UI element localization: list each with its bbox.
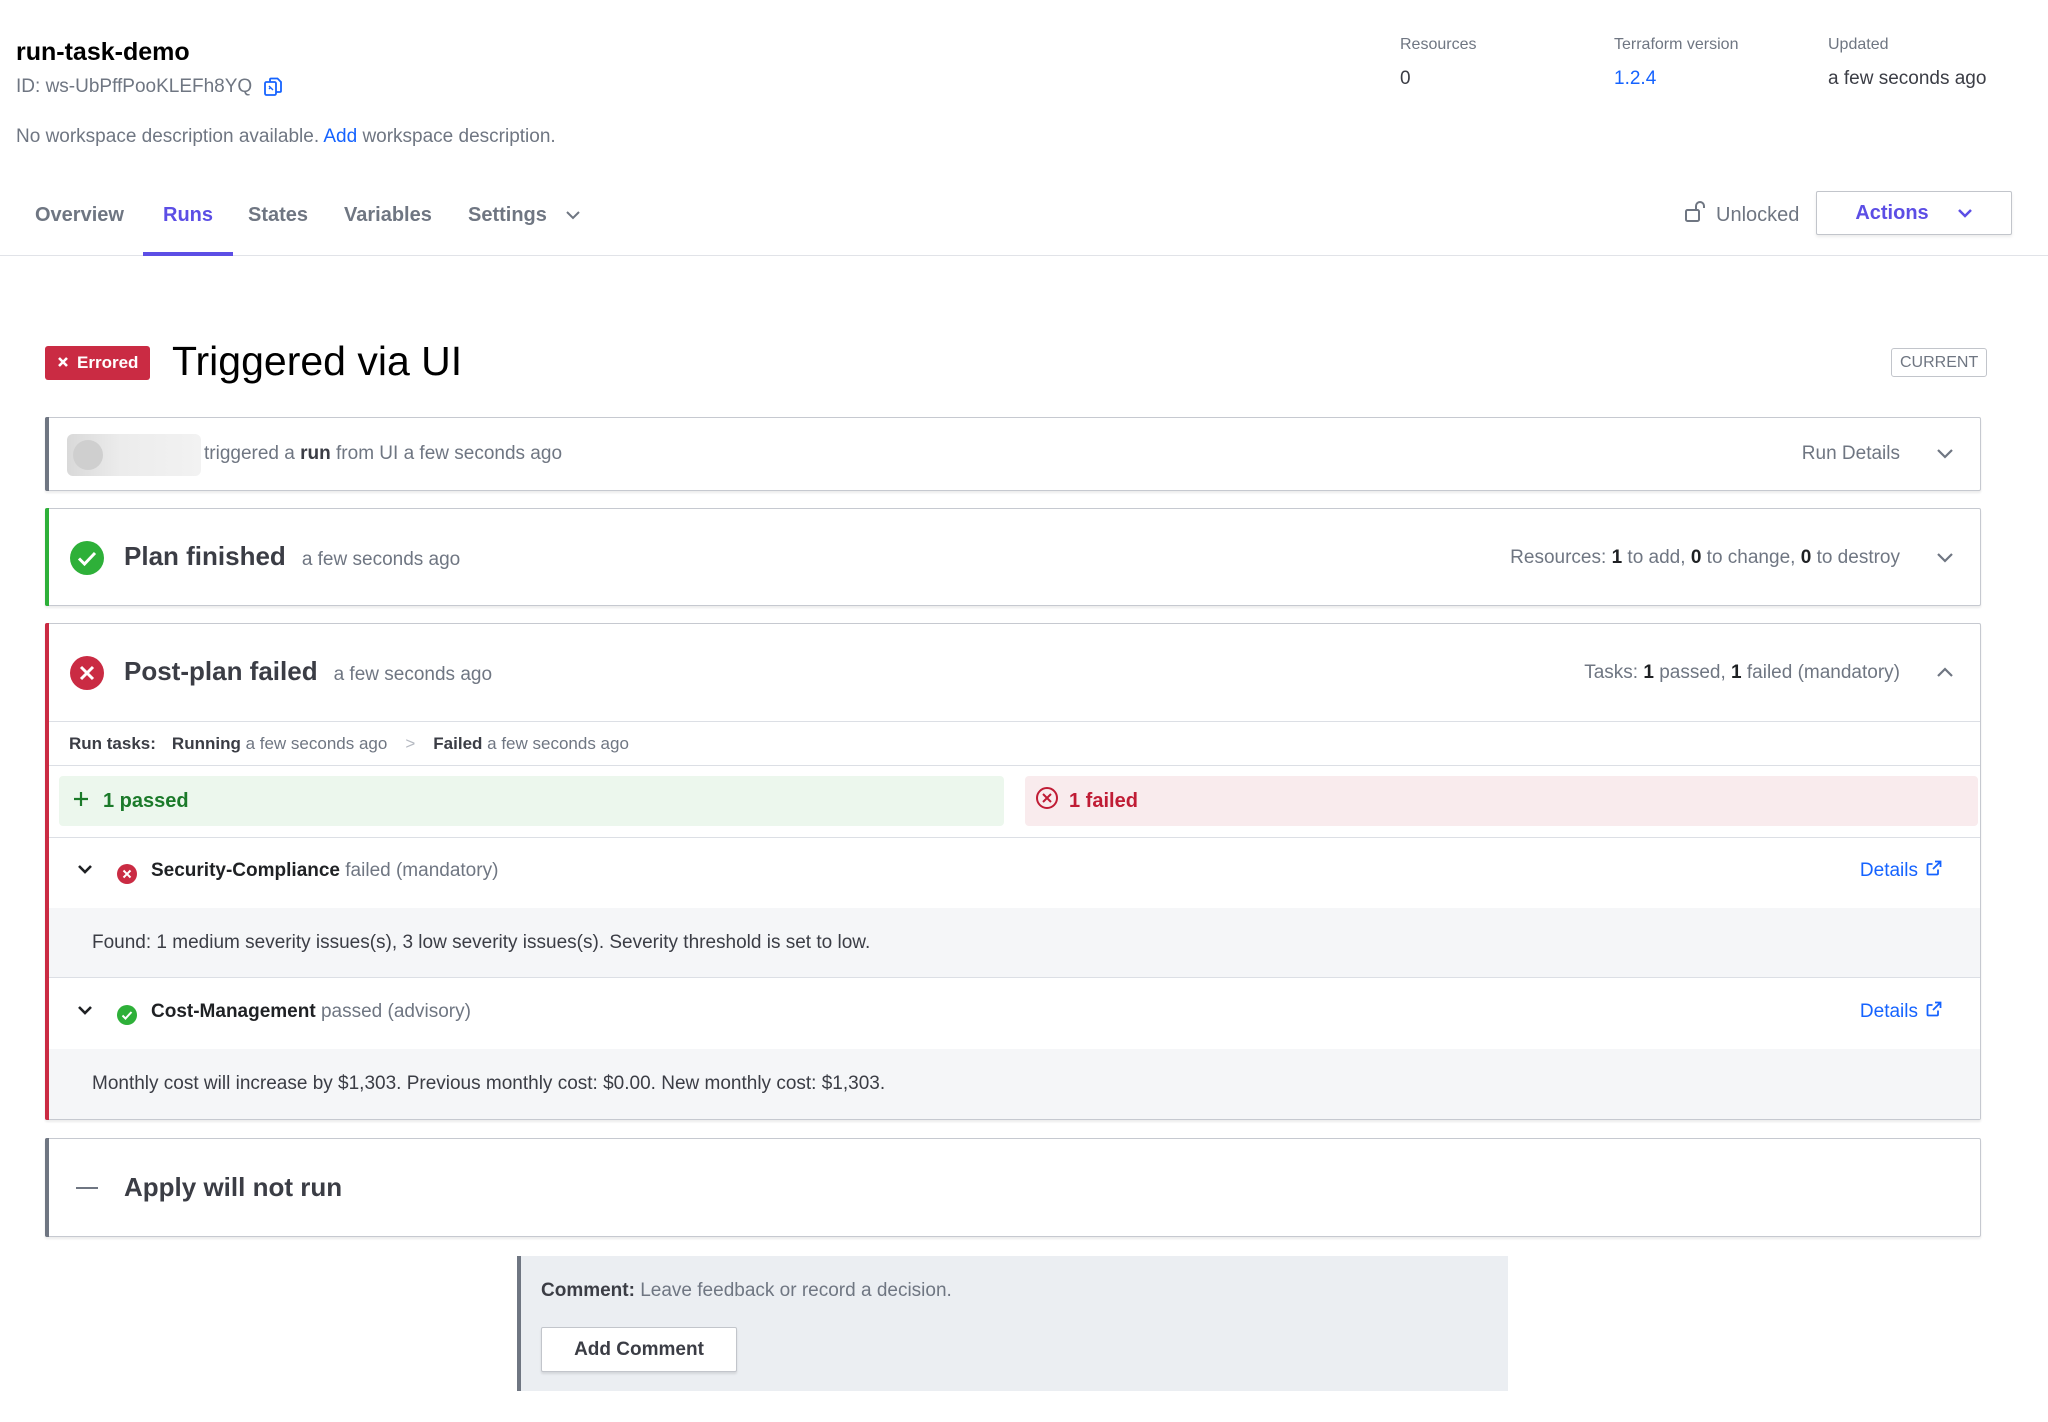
meta-updated-value: a few seconds ago — [1828, 68, 1987, 89]
x-circle-icon — [117, 864, 137, 884]
comment-prompt: Comment: Leave feedback or record a deci… — [541, 1280, 952, 1301]
tab-settings[interactable]: Settings — [468, 196, 581, 255]
avatar — [67, 434, 201, 476]
comment-box: Comment: Leave feedback or record a deci… — [517, 1256, 1508, 1391]
copy-icon[interactable] — [262, 76, 284, 98]
post-plan-time: a few seconds ago — [333, 664, 493, 685]
run-status-badge: Errored — [45, 346, 151, 380]
apply-card: Apply will not run — [45, 1138, 1981, 1237]
run-details-toggle[interactable]: Run Details — [1802, 443, 1954, 465]
plus-icon — [73, 790, 89, 813]
run-title: Triggered via UI — [172, 338, 463, 384]
x-circle-outline-icon — [1035, 786, 1059, 816]
plan-card: Plan finished a few seconds ago Resources… — [45, 508, 1981, 606]
meta-terraform-version: Terraform version 1.2.4 — [1614, 36, 1738, 90]
tab-variables[interactable]: Variables — [344, 196, 432, 255]
tab-overview[interactable]: Overview — [35, 196, 124, 255]
task-details-link[interactable]: Details — [1860, 1001, 1942, 1023]
failed-summary[interactable]: 1 failed — [1025, 776, 1978, 826]
passed-summary[interactable]: 1 passed — [59, 776, 1004, 826]
terraform-version-link[interactable]: 1.2.4 — [1614, 68, 1738, 90]
meta-updated: Updated a few seconds ago — [1828, 36, 1986, 90]
chevron-down-icon — [1936, 547, 1954, 569]
chevron-down-icon[interactable] — [77, 862, 93, 880]
tab-runs[interactable]: Runs — [143, 196, 233, 256]
task-name: Security-Compliance failed (mandatory) — [151, 860, 499, 881]
post-plan-tasks-summary: Tasks: 1 passed, 1 failed (mandatory) — [1584, 662, 1900, 683]
task-details-link[interactable]: Details — [1860, 860, 1942, 882]
actions-button[interactable]: Actions — [1816, 191, 2012, 235]
failed-summary-label: 1 failed — [1069, 789, 1138, 812]
meta-updated-label: Updated — [1828, 36, 1889, 53]
apply-title: Apply will not run — [124, 1172, 343, 1202]
meta-resources: Resources 0 — [1400, 36, 1476, 90]
actions-label: Actions — [1855, 201, 1929, 224]
post-plan-card: Post-plan failed a few seconds ago Tasks:… — [45, 623, 1981, 1120]
chevron-up-icon — [1936, 662, 1954, 684]
external-link-icon — [1926, 860, 1942, 882]
check-circle-icon — [70, 541, 104, 575]
plan-toggle[interactable]: Resources: 1 to add, 0 to change, 0 to d… — [1510, 547, 1954, 569]
run-trigger-card: triggered a run from UI a few seconds ag… — [45, 417, 1981, 491]
post-plan-toggle[interactable]: Tasks: 1 passed, 1 failed (mandatory) — [1584, 662, 1954, 684]
passed-summary-label: 1 passed — [103, 789, 189, 812]
chevron-down-icon[interactable] — [77, 1003, 93, 1021]
tab-settings-label: Settings — [468, 204, 547, 226]
plan-resources-summary: Resources: 1 to add, 0 to change, 0 to d… — [1510, 547, 1900, 568]
task-message: Monthly cost will increase by $1,303. Pr… — [49, 1049, 1980, 1119]
workspace-description: No workspace description available. Add … — [16, 126, 556, 147]
trigger-text: triggered a run from UI a few seconds ag… — [204, 443, 563, 464]
check-circle-icon — [117, 1005, 137, 1025]
task-name: Cost-Management passed (advisory) — [151, 1001, 471, 1022]
task-summary: 1 passed 1 failed — [49, 766, 1980, 838]
chevron-down-icon — [1957, 202, 1973, 225]
meta-terraform-version-label: Terraform version — [1614, 36, 1739, 53]
meta-resources-label: Resources — [1400, 36, 1477, 53]
add-description-link[interactable]: Add — [323, 126, 357, 147]
chevron-down-icon — [565, 204, 581, 232]
chevron-down-icon — [1936, 443, 1954, 465]
workspace-id: ID: ws-UbPffPooKLEFh8YQ — [16, 76, 284, 98]
tab-states[interactable]: States — [248, 196, 308, 255]
workspace-id-text: ID: ws-UbPffPooKLEFh8YQ — [16, 76, 253, 97]
close-icon — [57, 353, 69, 373]
run-status-label: Errored — [77, 353, 139, 372]
task-message: Found: 1 medium severity issues(s), 3 lo… — [49, 908, 1980, 978]
x-circle-icon — [70, 656, 104, 690]
lock-status[interactable]: Unlocked — [1684, 200, 1799, 230]
dash-icon — [76, 1187, 98, 1189]
run-tasks-timeline: Run tasks: Running a few seconds ago > F… — [49, 721, 1980, 766]
task-row[interactable]: Security-Compliance failed (mandatory) D… — [49, 838, 1980, 908]
external-link-icon — [1926, 1001, 1942, 1023]
unlock-icon — [1684, 200, 1706, 230]
task-row[interactable]: Cost-Management passed (advisory) Detail… — [49, 979, 1980, 1049]
plan-time: a few seconds ago — [301, 549, 461, 570]
plan-title: Plan finished a few seconds ago — [124, 541, 461, 571]
meta-resources-value: 0 — [1400, 68, 1411, 89]
run-details-label: Run Details — [1801, 443, 1900, 464]
lock-status-label: Unlocked — [1716, 203, 1800, 226]
current-badge: CURRENT — [1891, 348, 1988, 377]
post-plan-title: Post-plan failed a few seconds ago — [124, 656, 493, 686]
workspace-name: run-task-demo — [16, 38, 190, 66]
add-comment-button[interactable]: Add Comment — [541, 1327, 737, 1372]
